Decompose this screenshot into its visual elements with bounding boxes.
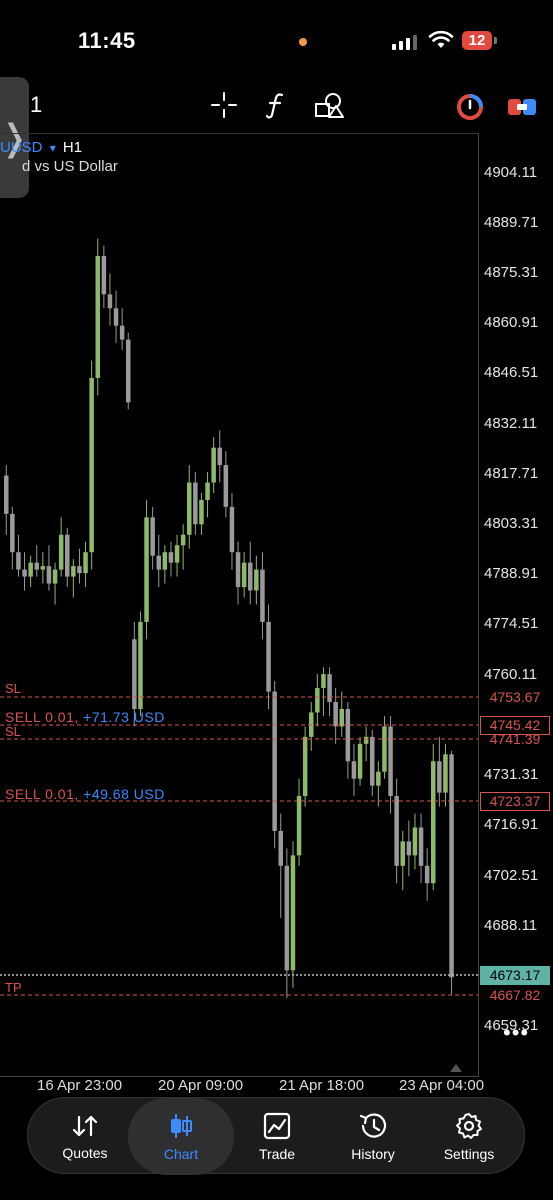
- price-tick: 4889.71: [484, 214, 539, 231]
- sell-price-tag-2: 4723.37: [480, 792, 550, 811]
- price-tick: 4774.51: [484, 615, 539, 632]
- objects-icon[interactable]: [314, 91, 344, 119]
- nav-history[interactable]: History: [324, 1098, 422, 1175]
- price-tick: 4846.51: [484, 364, 539, 381]
- price-tick: 4760.11: [484, 666, 538, 683]
- status-bar: 11:45 12: [0, 0, 553, 80]
- price-tick: 4875.31: [484, 264, 539, 281]
- price-tick: 4688.11: [484, 917, 538, 934]
- battery-cap: [494, 37, 497, 44]
- time-tick: 20 Apr 09:00: [158, 1077, 244, 1094]
- sl-price-tag-2: 4741.39: [489, 731, 541, 747]
- sell-order-1[interactable]: SELL 0.01, +71.73 USD: [5, 709, 165, 725]
- sell-order-2-profit: +49.68 USD: [83, 786, 165, 802]
- nav-settings-label: Settings: [443, 1145, 495, 1162]
- candles-icon: [171, 1113, 192, 1138]
- price-tick: 4702.51: [484, 867, 539, 884]
- price-tick: 4860.91: [484, 314, 539, 331]
- nav-settings[interactable]: Settings: [420, 1098, 518, 1175]
- gear-icon: [456, 1112, 482, 1139]
- history-icon: [359, 1112, 387, 1138]
- trade-panel-icon[interactable]: [507, 94, 537, 120]
- order-lines: [0, 696, 478, 1072]
- period-indicator[interactable]: 1: [30, 92, 42, 118]
- one-click-trading-icon[interactable]: [456, 93, 484, 121]
- current-price-tag: 4673.17: [480, 966, 550, 985]
- privacy-indicator: [299, 38, 307, 46]
- tp-price-tag: 4667.82: [489, 987, 541, 1003]
- price-tick: 4904.11: [484, 164, 538, 181]
- time-tick: 23 Apr 04:00: [399, 1077, 485, 1094]
- time-tick: 16 Apr 23:00: [37, 1077, 123, 1094]
- nav-quotes[interactable]: Quotes: [36, 1098, 134, 1175]
- wifi-icon: [428, 30, 454, 48]
- nav-history-label: History: [351, 1145, 395, 1162]
- time-tick: 21 Apr 18:00: [279, 1077, 365, 1094]
- nav-chart-label: Chart: [163, 1145, 199, 1162]
- trade-icon: [263, 1112, 291, 1139]
- sell-order-1-profit: +71.73 USD: [83, 709, 165, 725]
- sell-order-2[interactable]: SELL 0.01, +49.68 USD: [5, 786, 165, 802]
- price-tick: 4832.11: [484, 415, 538, 432]
- nav-chart[interactable]: Chart: [128, 1098, 234, 1175]
- nav-trade-label: Trade: [258, 1145, 296, 1162]
- price-tick: 4788.91: [484, 565, 539, 582]
- sl-price-tag-1: 4753.67: [489, 689, 541, 705]
- bottom-nav: Quotes Chart Trade History Settings: [27, 1097, 525, 1175]
- sl-label-1: SL: [5, 681, 21, 696]
- nav-quotes-label: Quotes: [62, 1144, 108, 1161]
- cellular-signal-icon: [392, 34, 417, 50]
- indicators-icon[interactable]: [264, 91, 288, 119]
- more-options-button[interactable]: •••: [503, 1020, 529, 1046]
- crosshair-icon[interactable]: [210, 91, 238, 119]
- price-tick: 4716.91: [484, 816, 539, 833]
- sell-order-2-label: SELL 0.01,: [5, 786, 79, 802]
- sl-label-2: SL: [5, 724, 21, 739]
- price-tick: 4731.31: [484, 766, 539, 783]
- quotes-icon: [72, 1115, 98, 1136]
- battery-indicator: 12: [462, 31, 492, 50]
- scroll-marker: [450, 1064, 462, 1072]
- price-tick: 4817.71: [484, 465, 539, 482]
- tp-label: TP: [5, 980, 22, 995]
- clock: 11:45: [78, 28, 136, 53]
- price-tick: 4803.31: [484, 515, 539, 532]
- sell-order-1-label: SELL 0.01,: [5, 709, 79, 725]
- nav-trade[interactable]: Trade: [228, 1098, 326, 1175]
